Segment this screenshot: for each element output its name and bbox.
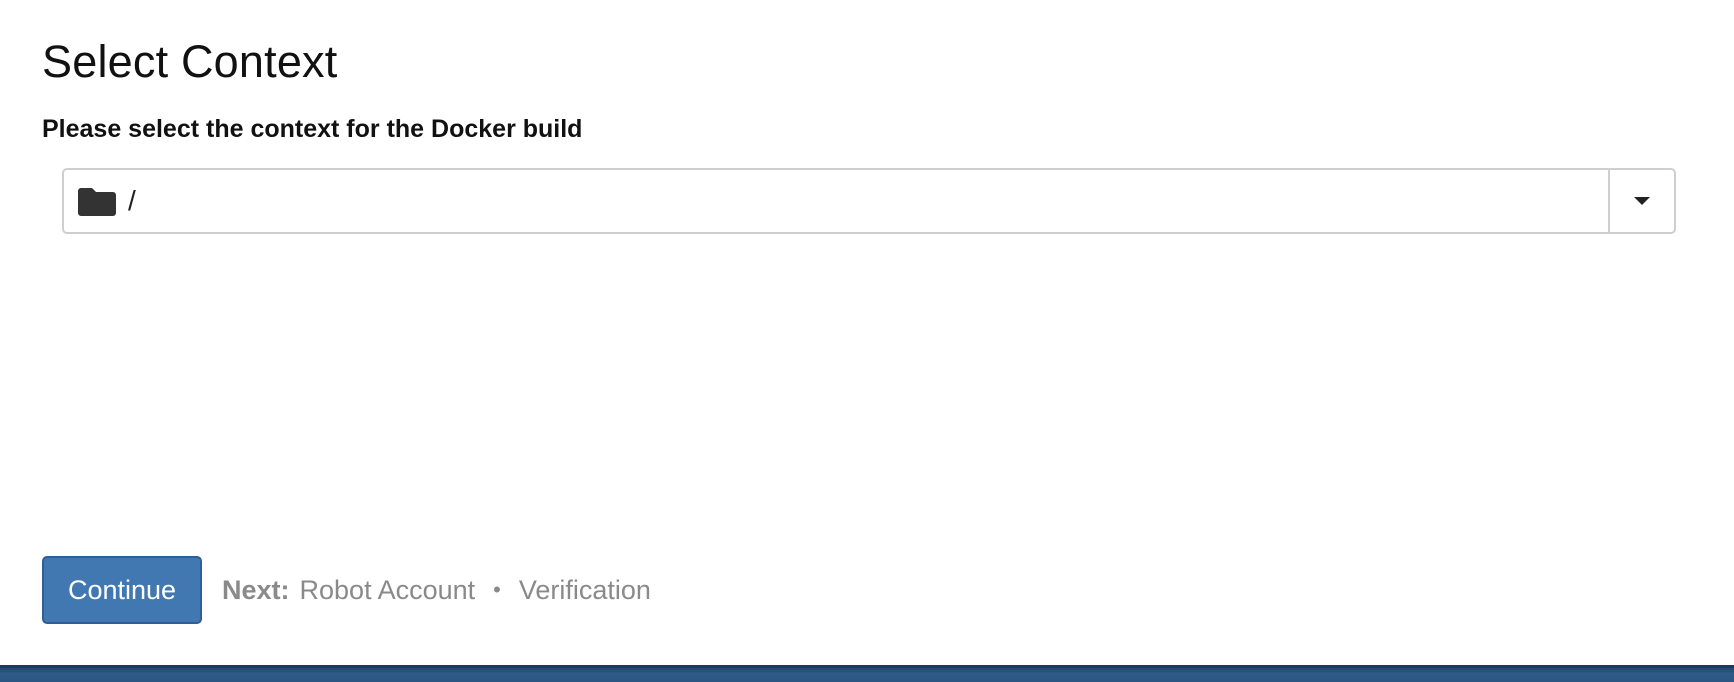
continue-button[interactable]: Continue bbox=[42, 556, 202, 624]
context-instruction: Please select the context for the Docker… bbox=[42, 115, 583, 143]
next-step-verification: Verification bbox=[518, 574, 651, 605]
context-select-value-area[interactable]: / bbox=[64, 170, 1608, 232]
next-steps: Next: Robot Account • Verification bbox=[222, 572, 651, 608]
next-label: Next: bbox=[222, 574, 290, 605]
page-title: Select Context bbox=[42, 36, 338, 87]
step-separator: • bbox=[493, 577, 501, 602]
chevron-down-icon bbox=[1634, 197, 1650, 205]
context-dropdown-toggle[interactable] bbox=[1608, 170, 1674, 232]
next-step-robot-account: Robot Account bbox=[299, 574, 476, 605]
context-select-value: / bbox=[128, 185, 136, 216]
folder-icon bbox=[78, 186, 116, 216]
context-select[interactable]: / bbox=[62, 168, 1676, 234]
footer-bar bbox=[0, 665, 1734, 682]
